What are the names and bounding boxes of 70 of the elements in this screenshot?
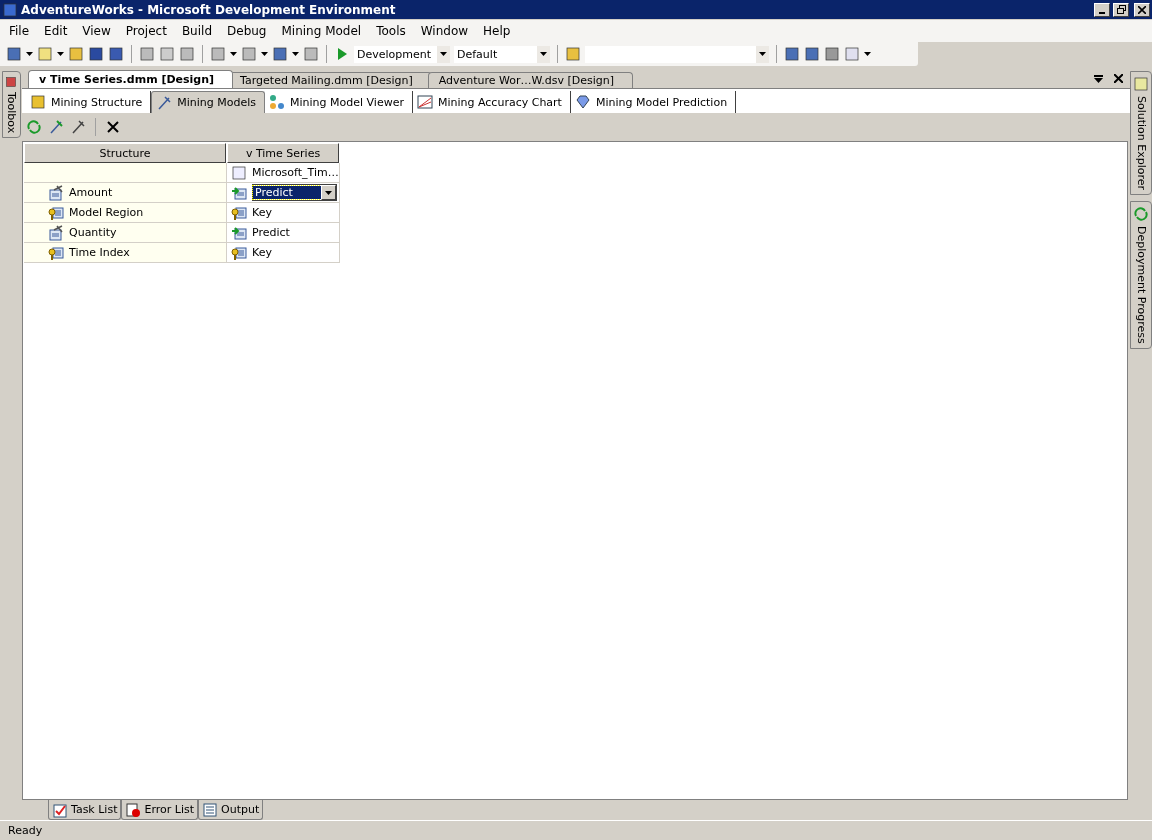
menu-item[interactable]: File — [2, 22, 38, 40]
delete-icon[interactable] — [105, 119, 121, 135]
caret-icon — [292, 52, 299, 56]
key-icon — [231, 204, 247, 221]
caret-icon — [540, 52, 547, 56]
column-header[interactable]: v Time Series — [227, 143, 339, 163]
caret-icon — [440, 52, 447, 56]
usage-value: Key — [252, 206, 272, 219]
algorithm-name: Microsoft_Tim… — [252, 166, 339, 179]
recycle-arrows-icon — [1133, 206, 1149, 223]
close-button[interactable] — [1134, 2, 1150, 17]
usage-value: Key — [252, 246, 272, 259]
app-icon — [2, 1, 18, 18]
recycle-arrows-icon[interactable] — [26, 119, 42, 135]
side-panel-tab[interactable]: Toolbox — [1, 71, 21, 139]
usage-dropdown[interactable]: Predict — [252, 184, 337, 201]
caret-icon — [759, 52, 766, 56]
window-title: AdventureWorks - Microsoft Development Environment — [21, 2, 397, 17]
pickaxe-arrows-icon[interactable] — [48, 119, 64, 135]
panel-tab[interactable]: Error List — [121, 800, 198, 820]
caret-icon — [325, 190, 332, 195]
configuration-dropdown[interactable]: Development — [354, 45, 450, 63]
document-tab[interactable]: Adventure Wor…W.dsv [Design] — [427, 72, 633, 88]
key-icon — [48, 244, 64, 261]
diamond-icon — [574, 94, 591, 110]
menu-item[interactable]: Window — [413, 22, 477, 40]
key-icon — [231, 244, 247, 261]
menu-item[interactable]: Mining Model — [274, 22, 370, 40]
caret-icon — [261, 52, 268, 56]
panel-tab[interactable]: Task List — [48, 800, 122, 820]
menu-item[interactable]: View — [75, 22, 119, 40]
document-tab[interactable]: v Time Series.dmm [Design] — [28, 70, 234, 88]
key-icon — [48, 204, 64, 221]
column-name: Model Region — [69, 206, 144, 219]
restore-button[interactable] — [1113, 2, 1129, 17]
side-panel-tab[interactable]: Solution Explorer — [1130, 71, 1152, 196]
predict-icon — [231, 224, 247, 241]
caret-icon — [57, 52, 64, 56]
dropdown-arrow-icon — [1093, 74, 1103, 83]
caret-icon — [26, 52, 33, 56]
menu-item[interactable]: Edit — [37, 22, 76, 40]
usage-value: Predict — [252, 226, 290, 239]
clipboard-error-icon — [125, 801, 142, 818]
designer-tab[interactable]: Mining Models — [151, 91, 265, 113]
platform-dropdown[interactable]: Default — [454, 45, 550, 63]
column-name: Amount — [69, 186, 113, 199]
restore-icon — [1116, 5, 1126, 14]
column-name: Quantity — [69, 226, 117, 239]
column-header[interactable]: Structure — [24, 143, 226, 163]
column-name: Time Index — [69, 246, 130, 259]
menu-item[interactable]: Build — [174, 22, 220, 40]
caret-icon — [864, 52, 871, 56]
minimize-button[interactable] — [1094, 2, 1110, 17]
status-text: Ready — [8, 824, 43, 837]
predict-icon — [231, 184, 247, 201]
menu-item[interactable]: Help — [476, 22, 519, 40]
network-icon — [269, 94, 285, 110]
menu-item[interactable]: Tools — [369, 22, 414, 40]
column-pickaxe-icon — [48, 184, 64, 201]
menu-item[interactable]: Project — [118, 22, 175, 40]
caret-icon — [230, 52, 237, 56]
output-window-icon — [202, 801, 218, 818]
column-pickaxe-icon — [48, 224, 64, 241]
side-panel-tab[interactable]: Deployment Progress — [1130, 201, 1152, 349]
panel-tab[interactable]: Output — [198, 800, 264, 820]
close-icon — [1138, 5, 1146, 14]
minimize-icon — [1099, 11, 1105, 14]
line-chart-icon — [416, 94, 433, 110]
close-icon — [1113, 74, 1123, 83]
menu-item[interactable]: Debug — [220, 22, 275, 40]
